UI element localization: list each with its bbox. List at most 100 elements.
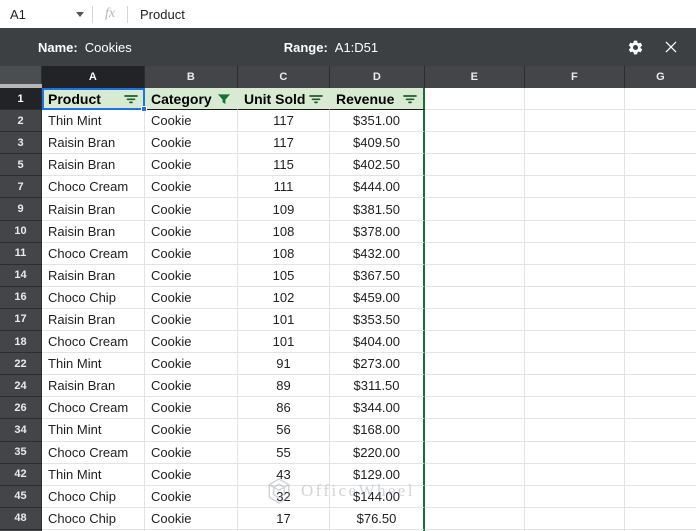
cell-units[interactable]: 108: [238, 242, 330, 265]
empty-cell[interactable]: [525, 485, 625, 508]
empty-cell[interactable]: [525, 308, 625, 332]
cell-category[interactable]: Cookie: [145, 220, 238, 243]
row-header[interactable]: 16: [0, 286, 42, 309]
cell-category[interactable]: Cookie: [145, 331, 238, 354]
table-row[interactable]: 22 Thin Mint Cookie 91 $273.00: [0, 353, 696, 376]
table-row[interactable]: 11 Choco Cream Cookie 108 $432.00: [0, 242, 696, 265]
cell-category[interactable]: Cookie: [145, 154, 238, 177]
row-header-1[interactable]: 1: [0, 88, 42, 111]
filter-lines-icon[interactable]: [403, 93, 417, 105]
header-cell-d[interactable]: Revenue: [330, 88, 425, 111]
cell-product[interactable]: Choco Chip: [42, 286, 145, 309]
cell-revenue[interactable]: $129.00: [330, 463, 425, 486]
empty-cell[interactable]: [625, 176, 696, 199]
cell-product[interactable]: Choco Cream: [42, 397, 145, 420]
empty-cell[interactable]: [525, 331, 625, 354]
empty-cell[interactable]: [525, 220, 625, 243]
cell-revenue[interactable]: $168.00: [330, 419, 425, 442]
cell-product[interactable]: Choco Cream: [42, 176, 145, 199]
cell-units[interactable]: 43: [238, 463, 330, 486]
cell-category[interactable]: Cookie: [145, 507, 238, 530]
cell-units[interactable]: 86: [238, 397, 330, 420]
cell-product[interactable]: Raisin Bran: [42, 375, 145, 398]
cell-product[interactable]: Raisin Bran: [42, 264, 145, 287]
empty-cell[interactable]: [425, 88, 525, 111]
table-row[interactable]: 26 Choco Cream Cookie 86 $344.00: [0, 397, 696, 420]
column-header-c[interactable]: C: [238, 66, 330, 88]
filter-lines-icon[interactable]: [124, 93, 138, 105]
cell-revenue[interactable]: $402.50: [330, 154, 425, 177]
empty-cell[interactable]: [525, 375, 625, 398]
empty-cell[interactable]: [525, 88, 625, 111]
empty-cell[interactable]: [525, 242, 625, 265]
empty-cell[interactable]: [425, 485, 525, 508]
row-header[interactable]: 45: [0, 485, 42, 508]
cell-units[interactable]: 101: [238, 308, 330, 332]
empty-cell[interactable]: [525, 198, 625, 221]
cell-revenue[interactable]: $353.50: [330, 308, 425, 332]
empty-cell[interactable]: [525, 286, 625, 309]
row-header[interactable]: 2: [0, 110, 42, 133]
empty-cell[interactable]: [625, 198, 696, 221]
cell-category[interactable]: Cookie: [145, 397, 238, 420]
cell-category[interactable]: Cookie: [145, 176, 238, 199]
table-row[interactable]: 3 Raisin Bran Cookie 117 $409.50: [0, 132, 696, 155]
cell-category[interactable]: Cookie: [145, 264, 238, 287]
empty-cell[interactable]: [425, 353, 525, 376]
table-row[interactable]: 35 Choco Cream Cookie 55 $220.00: [0, 441, 696, 464]
empty-cell[interactable]: [625, 419, 696, 442]
table-row[interactable]: 17 Raisin Bran Cookie 101 $353.50: [0, 308, 696, 332]
row-header[interactable]: 22: [0, 353, 42, 376]
formula-input[interactable]: Product: [128, 7, 185, 22]
cell-revenue[interactable]: $409.50: [330, 132, 425, 155]
cell-revenue[interactable]: $367.50: [330, 264, 425, 287]
empty-cell[interactable]: [425, 176, 525, 199]
cell-category[interactable]: Cookie: [145, 353, 238, 376]
cell-category[interactable]: Cookie: [145, 375, 238, 398]
cell-revenue[interactable]: $459.00: [330, 286, 425, 309]
empty-cell[interactable]: [625, 331, 696, 354]
empty-cell[interactable]: [625, 110, 696, 133]
row-header[interactable]: 5: [0, 154, 42, 177]
empty-cell[interactable]: [425, 308, 525, 332]
gear-icon[interactable]: [620, 28, 650, 66]
empty-cell[interactable]: [625, 132, 696, 155]
cell-revenue[interactable]: $220.00: [330, 441, 425, 464]
empty-cell[interactable]: [625, 309, 696, 332]
cell-units[interactable]: 101: [238, 331, 330, 354]
empty-cell[interactable]: [625, 353, 696, 376]
range-value[interactable]: A1:D51: [335, 40, 378, 55]
empty-cell[interactable]: [425, 441, 525, 464]
cell-category[interactable]: Cookie: [145, 286, 238, 309]
cell-product[interactable]: Raisin Bran: [42, 308, 145, 332]
spreadsheet-grid[interactable]: A B C D E F G 1 Product Category Unit Sold R…: [0, 66, 696, 531]
empty-cell[interactable]: [525, 441, 625, 464]
filter-funnel-active-icon[interactable]: [217, 93, 231, 105]
empty-cell[interactable]: [525, 353, 625, 376]
cell-revenue[interactable]: $444.00: [330, 176, 425, 199]
empty-cell[interactable]: [525, 110, 625, 133]
cell-units[interactable]: 56: [238, 419, 330, 442]
empty-cell[interactable]: [525, 264, 625, 287]
empty-cell[interactable]: [525, 132, 625, 155]
empty-cell[interactable]: [525, 397, 625, 420]
table-row[interactable]: 10 Raisin Bran Cookie 108 $378.00: [0, 220, 696, 243]
row-header[interactable]: 17: [0, 308, 42, 332]
empty-cell[interactable]: [425, 220, 525, 243]
empty-cell[interactable]: [625, 397, 696, 420]
row-header[interactable]: 9: [0, 198, 42, 221]
column-header-f[interactable]: F: [525, 66, 625, 88]
table-row[interactable]: 5 Raisin Bran Cookie 115 $402.50: [0, 154, 696, 177]
row-header[interactable]: 26: [0, 397, 42, 420]
empty-cell[interactable]: [425, 264, 525, 287]
empty-cell[interactable]: [525, 507, 625, 530]
empty-cell[interactable]: [625, 486, 696, 508]
empty-cell[interactable]: [425, 132, 525, 155]
row-header[interactable]: 34: [0, 419, 42, 442]
chevron-down-icon[interactable]: [76, 11, 84, 17]
empty-cell[interactable]: [425, 419, 525, 442]
row-header[interactable]: 7: [0, 176, 42, 199]
cell-category[interactable]: Cookie: [145, 441, 238, 464]
empty-cell[interactable]: [425, 331, 525, 354]
cell-units[interactable]: 32: [238, 485, 330, 508]
